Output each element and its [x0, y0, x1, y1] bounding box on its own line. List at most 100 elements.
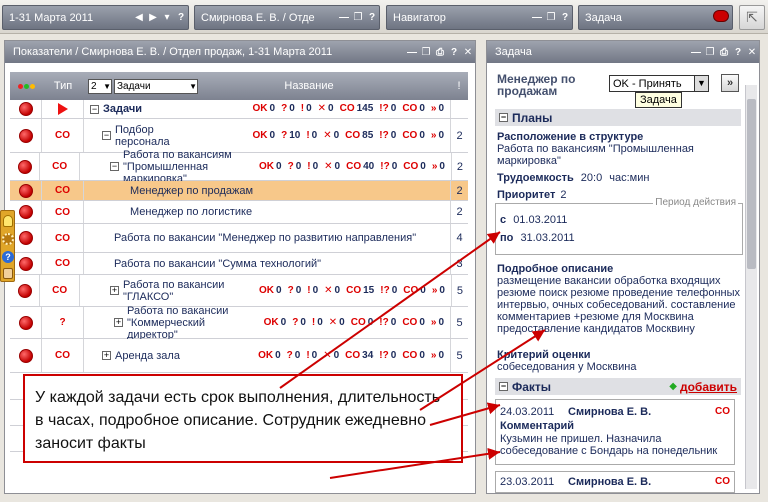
status-red-icon: [18, 256, 33, 271]
name-header[interactable]: Название: [198, 80, 450, 92]
level-select[interactable]: 2 ▼: [88, 78, 112, 94]
stat-co: CO 34: [345, 349, 374, 361]
task-panel-title: Задача: [495, 46, 532, 58]
help-icon[interactable]: ?: [447, 47, 461, 58]
gear-icon[interactable]: [2, 233, 14, 245]
num-cell: 3: [450, 253, 468, 274]
task-name[interactable]: Подбор персонала: [115, 124, 195, 148]
task-name[interactable]: Работа по вакансиям "Промышленная маркир…: [123, 149, 253, 185]
name-cell: − Работа по вакансиям "Промышленная марки…: [80, 149, 451, 185]
collapse-icon[interactable]: −: [499, 382, 508, 391]
to-date[interactable]: 31.03.2011: [520, 232, 574, 244]
user-selector[interactable]: Смирнова Е. В. / Отде — ❐ ?: [194, 5, 380, 30]
stat-sq: !? 0: [380, 284, 398, 296]
close-icon[interactable]: ✕: [745, 47, 759, 58]
stat-co2: CO 0: [402, 316, 425, 328]
navigator-selector[interactable]: Навигатор — ❐ ?: [386, 5, 573, 30]
restore-icon[interactable]: ❐: [544, 12, 558, 23]
minimize-icon[interactable]: —: [689, 47, 703, 58]
exit-icon[interactable]: ⇱: [739, 5, 765, 30]
stat-ex: ! 0: [306, 349, 318, 361]
filter-select[interactable]: Задачи ▼: [114, 78, 198, 94]
task-name[interactable]: Аренда зала: [115, 350, 245, 362]
prev-arrow-icon[interactable]: ◀: [132, 12, 146, 23]
print-icon[interactable]: ⎙: [433, 47, 447, 58]
task-row[interactable]: CO − Работа по вакансиям "Промышленная мар…: [10, 149, 468, 185]
help-icon[interactable]: ?: [558, 12, 572, 23]
minimize-icon[interactable]: —: [405, 47, 419, 58]
task-row[interactable]: CO + Аренда зала OK 0 ? 0 ! 0 ✕ 0 CO 34 !? 0 CO 0 » 0 5: [10, 339, 468, 373]
task-row[interactable]: CO Менеджер по продажам 2: [10, 181, 468, 201]
status-select[interactable]: OK - Принять ▼: [609, 75, 709, 92]
period-selector[interactable]: 1-31 Марта 2011 ◀ ▶ ▾ ?: [2, 5, 189, 30]
num-cell: 5: [450, 339, 468, 372]
task-stats: OK 0 ? 0 ! 0 ✕ 0 CO 15 !? 0 CO 0 » 0: [253, 285, 451, 297]
task-name[interactable]: Работа по вакансии "Менеджер по развитию…: [114, 232, 416, 244]
chevron-down-icon: ▼: [694, 76, 708, 91]
num-header[interactable]: !: [450, 80, 468, 92]
name-cell: + Работа по вакансии "ГЛАКСО" OK 0 ? 0 ! 0 ✕ 0 CO 1…: [80, 275, 451, 306]
chevron-down-icon[interactable]: ▾: [160, 12, 174, 23]
collapse-icon[interactable]: −: [90, 104, 99, 114]
type-header[interactable]: Тип: [42, 80, 84, 92]
apply-button[interactable]: »: [721, 74, 739, 92]
stat-ok: OK 0: [259, 160, 282, 172]
plans-section-header[interactable]: − Планы: [495, 109, 741, 126]
task-name[interactable]: Работа по вакансии "ГЛАКСО": [123, 279, 253, 303]
task-name[interactable]: Работа по вакансии "Коммерческий директо…: [127, 305, 257, 341]
effort-row: Трудоемкость 20:0 час:мин: [497, 172, 741, 184]
stat-x: ✕ 0: [323, 349, 340, 361]
num-cell: 5: [450, 275, 468, 306]
task-row[interactable]: CO Менеджер по логистике 2: [10, 201, 468, 224]
task-name[interactable]: Менеджер по логистике: [130, 206, 252, 218]
notification-icon[interactable]: [710, 10, 732, 25]
indicators-panel-titlebar: Показатели / Смирнова Е. В. / Отдел прод…: [5, 41, 475, 63]
fact-card[interactable]: 23.03.2011 Смирнова Е. В. CO: [495, 471, 735, 493]
minimize-icon[interactable]: —: [337, 12, 351, 23]
collapse-icon[interactable]: −: [102, 131, 111, 140]
task-name[interactable]: Работа по вакансии "Сумма технологий": [114, 258, 321, 270]
expand-icon[interactable]: +: [114, 318, 123, 327]
user-label: Смирнова Е. В. / Отде: [201, 11, 315, 24]
stat-q: ? 0: [292, 316, 306, 328]
task-row[interactable]: CO Работа по вакансии "Сумма технологий" 3: [10, 253, 468, 275]
close-icon[interactable]: ✕: [461, 47, 475, 58]
chevron-down-icon: ▼: [103, 81, 111, 91]
minimize-icon[interactable]: —: [530, 12, 544, 23]
task-stats: OK 0 ? 10 ! 0 ✕ 0 CO 85 !? 0 CO 0 » 0: [247, 130, 450, 142]
help-icon[interactable]: ?: [174, 12, 188, 23]
print-icon[interactable]: ⎙: [717, 47, 731, 58]
from-date[interactable]: 01.03.2011: [513, 214, 567, 226]
expand-icon[interactable]: +: [102, 351, 111, 360]
restore-icon[interactable]: ❐: [703, 47, 717, 58]
next-arrow-icon[interactable]: ▶: [146, 12, 160, 23]
task-row[interactable]: − Задачи OK 0 ? 0 ! 0 ✕ 0 CO 145 !? 0 CO 0 » 0: [10, 100, 468, 119]
expand-icon[interactable]: +: [110, 286, 120, 295]
facts-section-header[interactable]: − Факты ◆ добавить: [495, 378, 741, 395]
fact-card[interactable]: 24.03.2011 Смирнова Е. В. CO Комментарий…: [495, 399, 735, 465]
restore-icon[interactable]: ❐: [351, 12, 365, 23]
thumbs-up-icon[interactable]: [3, 268, 13, 279]
status-red-icon: [17, 159, 32, 174]
task-name[interactable]: Менеджер по продажам: [130, 185, 253, 197]
restore-icon[interactable]: ❐: [419, 47, 433, 58]
help-icon[interactable]: ?: [365, 12, 379, 23]
fact-text: Кузьмин не пришел. Назначила собеседован…: [500, 433, 718, 457]
task-row[interactable]: CO Работа по вакансии "Менеджер по развит…: [10, 224, 468, 253]
collapse-icon[interactable]: −: [110, 162, 120, 171]
help-icon[interactable]: ?: [2, 251, 14, 263]
stat-q: ? 0: [286, 349, 301, 361]
stat-co: CO 40: [346, 160, 375, 172]
scrollbar[interactable]: [745, 85, 757, 489]
bulb-icon[interactable]: [3, 215, 13, 227]
task-selector[interactable]: Задача: [578, 5, 733, 30]
task-name[interactable]: Задачи: [103, 103, 173, 115]
scrollbar-thumb[interactable]: [747, 99, 756, 269]
task-row[interactable]: ? + Работа по вакансии "Коммерческий дирек…: [10, 305, 468, 341]
task-row[interactable]: CO + Работа по вакансии "ГЛАКСО" OK 0 ? 0 ! 0 ✕ 0 C…: [10, 275, 468, 307]
help-icon[interactable]: ?: [731, 47, 745, 58]
collapse-icon[interactable]: −: [499, 113, 508, 122]
task-panel: Задача — ❐ ⎙ ? ✕ Менеджер по продажам OK…: [486, 40, 760, 494]
stat-co: CO 145: [339, 103, 374, 114]
add-fact-link[interactable]: добавить: [680, 380, 737, 394]
